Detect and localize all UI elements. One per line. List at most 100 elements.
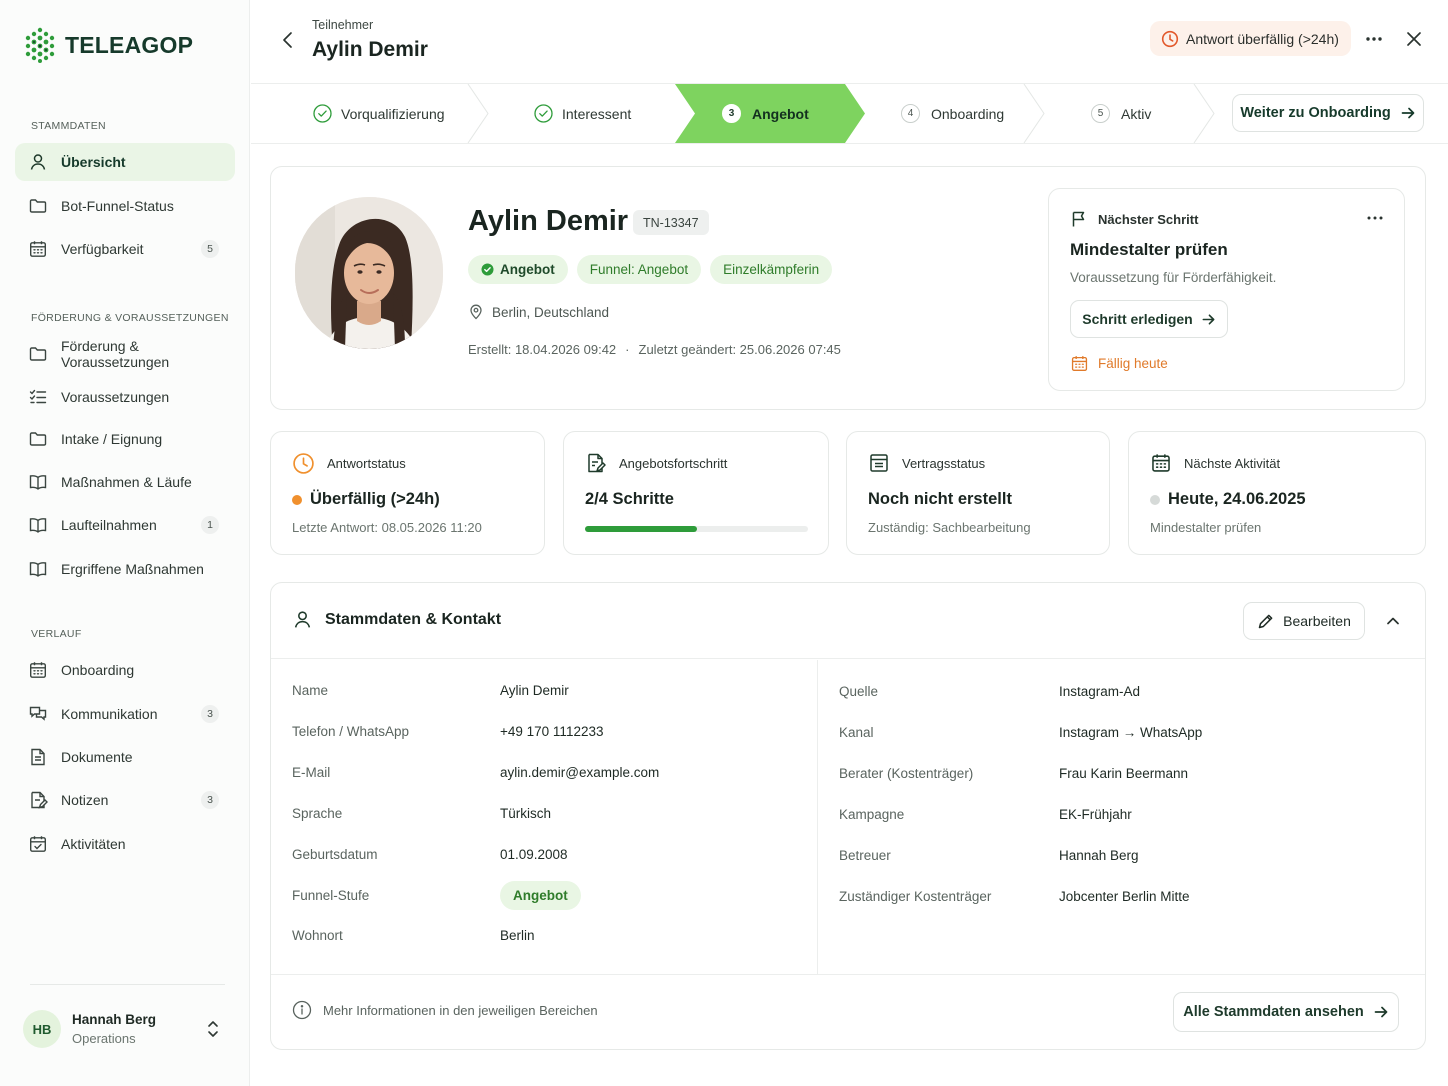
step-onboarding[interactable]: 4 Onboarding — [901, 84, 1004, 143]
brand-name: TELEAGOP — [65, 31, 194, 58]
document-edit-icon — [588, 453, 606, 473]
user-switcher[interactable]: HB Hannah Berg Operations — [23, 1005, 228, 1053]
footer-divider — [271, 974, 1425, 975]
field-value[interactable]: aylin.demir@example.com — [500, 765, 659, 780]
sidebar-item-aktivitaeten[interactable]: Aktivitäten — [15, 825, 235, 863]
count-badge: 1 — [201, 516, 219, 534]
step-aktiv[interactable]: 5 Aktiv — [1091, 84, 1151, 143]
count-badge: 5 — [201, 240, 219, 258]
sidebar-item-label: Kommunikation — [61, 706, 158, 722]
next-stage-button[interactable]: Weiter zu Onboarding — [1232, 94, 1424, 132]
step-label: Aktiv — [1121, 105, 1152, 122]
overdue-status-badge[interactable]: Antwort überfällig (>24h) — [1150, 21, 1351, 56]
back-arrow-icon[interactable] — [279, 30, 297, 50]
logo-mark-icon — [25, 27, 55, 63]
sidebar-item-label: Aktivitäten — [61, 836, 126, 852]
sidebar-item-bot-funnel-status[interactable]: Bot-Funnel-Status — [15, 187, 235, 225]
dot-separator: · — [625, 342, 630, 357]
step-number: 3 — [722, 104, 741, 123]
complete-step-label: Schritt erledigen — [1082, 311, 1193, 327]
arrow-right-icon — [1202, 313, 1215, 325]
next-stage-label: Weiter zu Onboarding — [1240, 105, 1391, 121]
field-value[interactable]: +49 170 1112233 — [500, 724, 603, 739]
close-icon[interactable] — [1403, 28, 1425, 50]
edit-label: Bearbeiten — [1283, 613, 1351, 629]
step-number: 5 — [1091, 104, 1110, 123]
stage-tag-label: Angebot — [500, 262, 555, 277]
page-title: Aylin Demir — [312, 38, 428, 61]
user-name: Hannah Berg — [72, 1012, 157, 1027]
field-value: Jobcenter Berlin Mitte — [1059, 889, 1190, 904]
step-vorqualifizierung[interactable]: Vorqualifizierung — [313, 84, 445, 143]
sidebar-item-label: Voraussetzungen — [61, 389, 170, 405]
step-separator — [1023, 84, 1045, 143]
user-role: Operations — [72, 1031, 136, 1046]
sidebar-item-laufteilnahmen[interactable]: Laufteilnahmen 1 — [15, 506, 235, 544]
sidebar-item-massnahmen[interactable]: Maßnahmen & Läufe — [15, 463, 235, 501]
funnel-stepper: Vorqualifizierung Interessent 3 Angebot … — [251, 84, 1448, 144]
calendar-icon — [30, 241, 47, 257]
book-icon — [29, 562, 47, 577]
step-angebot[interactable]: 3 Angebot — [722, 84, 809, 143]
step-label: Angebot — [752, 105, 809, 122]
check-circle-filled-icon — [481, 263, 494, 276]
arrow-right-icon — [1401, 107, 1415, 119]
map-pin-icon — [470, 304, 482, 320]
brand-logo[interactable]: TELEAGOP — [24, 27, 193, 63]
field-value: Instagram-Ad — [1059, 684, 1141, 699]
sidebar-item-intake[interactable]: Intake / Eignung — [15, 420, 235, 458]
stat-value: Heute, 24.06.2025 — [1168, 490, 1306, 508]
contract-status-card: Vertragsstatus Noch nicht erstellt Zustä… — [846, 431, 1110, 555]
sidebar-item-uebersicht[interactable]: Übersicht — [15, 143, 235, 181]
sidebar-item-foerderung[interactable]: Förderung & Voraussetzungen — [15, 335, 235, 373]
complete-step-button[interactable]: Schritt erledigen — [1070, 300, 1228, 338]
location-text: Berlin, Deutschland — [492, 304, 610, 320]
section-label-stammdaten: STAMMDATEN — [31, 120, 106, 132]
arrow-right-icon — [1374, 1006, 1388, 1018]
more-horizontal-icon[interactable] — [1366, 214, 1384, 222]
field-value: Hannah Berg — [1059, 848, 1139, 863]
next-step-title: Mindestalter prüfen — [1070, 240, 1228, 259]
participant-id-badge: TN-13347 — [633, 210, 709, 235]
next-step-card: Nächster Schritt Mindestalter prüfen Vor… — [1048, 188, 1405, 391]
step-interessent[interactable]: Interessent — [534, 84, 631, 143]
sidebar-item-label: Notizen — [61, 792, 109, 808]
user-icon — [30, 154, 46, 170]
footer-info-text: Mehr Informationen in den jeweiligen Ber… — [323, 1002, 598, 1018]
sidebar-item-voraussetzungen[interactable]: Voraussetzungen — [15, 378, 235, 416]
check-circle-icon — [313, 104, 332, 123]
sidebar-item-onboarding[interactable]: Onboarding — [15, 651, 235, 689]
sidebar-item-verfuegbarkeit[interactable]: Verfügbarkeit 5 — [15, 230, 235, 268]
column-divider — [817, 660, 818, 974]
sidebar-item-dokumente[interactable]: Dokumente — [15, 738, 235, 776]
field-label: Kanal — [839, 725, 874, 740]
field-label: Betreuer — [839, 848, 891, 863]
chevron-up-icon[interactable] — [1385, 613, 1401, 629]
master-data-card: Stammdaten & Kontakt Bearbeiten Name Ayl… — [270, 582, 1426, 1050]
note-icon — [31, 791, 48, 809]
more-horizontal-icon[interactable] — [1363, 28, 1385, 50]
modified-date: Zuletzt geändert: 25.06.2026 07:45 — [638, 342, 841, 357]
checklist-icon — [29, 389, 47, 404]
master-data-header: Stammdaten & Kontakt Bearbeiten — [271, 583, 1425, 659]
field-value: Instagram → WhatsApp — [1059, 725, 1203, 740]
profile-card: Aylin Demir TN-13347 Angebot Funnel: Ang… — [270, 166, 1426, 410]
info-icon — [292, 1000, 312, 1020]
sidebar-item-label: Ergriffene Maßnahmen — [61, 561, 204, 577]
funnel-stage-pill: Angebot — [500, 881, 581, 910]
response-status-card: Antwortstatus Überfällig (>24h) Letzte A… — [270, 431, 545, 555]
sidebar-item-kommunikation[interactable]: Kommunikation 3 — [15, 695, 235, 733]
sidebar-item-notizen[interactable]: Notizen 3 — [15, 781, 235, 819]
step-number: 4 — [901, 104, 920, 123]
sidebar-item-ergriffene-massnahmen[interactable]: Ergriffene Maßnahmen — [15, 550, 235, 588]
step-separator — [467, 84, 489, 143]
field-label: E-Mail — [292, 765, 331, 780]
stat-label: Antwortstatus — [327, 456, 406, 471]
funnel-tag: Funnel: Angebot — [576, 255, 702, 284]
folder-icon — [29, 199, 47, 213]
profile-name: Aylin Demir — [468, 205, 629, 237]
view-all-master-data-button[interactable]: Alle Stammdaten ansehen — [1173, 992, 1399, 1032]
breadcrumb[interactable]: Teilnehmer — [312, 18, 373, 32]
edit-button[interactable]: Bearbeiten — [1243, 602, 1365, 640]
status-dot — [1150, 494, 1160, 505]
